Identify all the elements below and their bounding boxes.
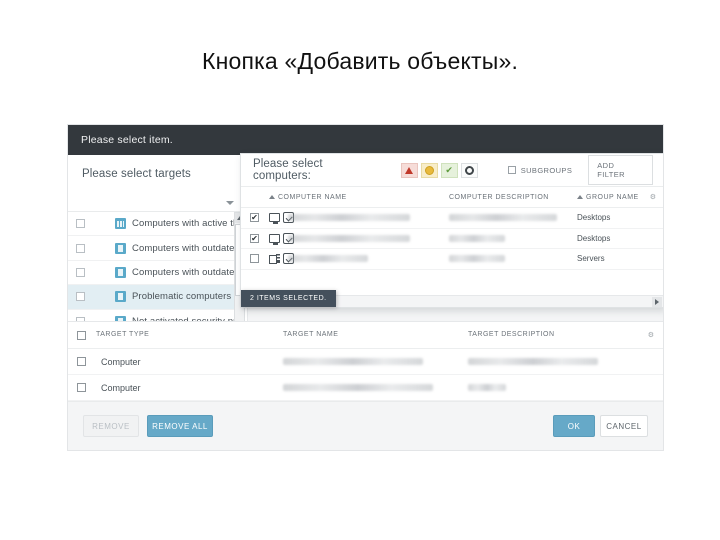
target-checkbox[interactable] (76, 243, 85, 253)
sort-ascending-icon (269, 195, 275, 199)
ok-status-filter[interactable]: ✔ (440, 162, 458, 178)
warning-triangle-icon (405, 166, 414, 174)
targets-table-header: TARGET TYPE TARGET NAME TARGET DESCRIPTI… (68, 322, 663, 349)
column-header-target-type[interactable]: TARGET TYPE (96, 331, 149, 338)
row-checkbox[interactable] (250, 254, 259, 264)
target-name-redacted (283, 384, 433, 391)
row-checkbox-checked[interactable]: ✔ (250, 213, 259, 223)
computer-name-redacted (288, 255, 368, 263)
selected-count-badge: 2 ITEMS SELECTED. (241, 290, 336, 307)
targets-filter-dropdown[interactable] (223, 197, 237, 209)
select-computers-dialog: Please select computers: ✔ SUBGROUPS ADD… (240, 153, 663, 308)
dialog-header: Please select item. (68, 125, 663, 155)
group-name-value: Servers (577, 254, 605, 264)
targets-list[interactable]: Computers with active threats Computers … (68, 212, 234, 334)
subgroups-toggle[interactable]: SUBGROUPS (507, 165, 573, 175)
target-checkbox[interactable] (76, 219, 85, 229)
computer-description-redacted (449, 214, 557, 222)
column-header-label: GROUP NAME (586, 193, 639, 201)
computers-dialog-title: Please select computers: (253, 158, 323, 182)
target-checkbox[interactable] (76, 292, 85, 302)
group-name-value: Desktops (577, 233, 611, 243)
row-checkbox[interactable] (77, 383, 86, 392)
dialog-footer: REMOVE REMOVE ALL OK CANCEL (68, 401, 663, 450)
gear-icon[interactable]: ⚙ (648, 331, 654, 339)
table-row[interactable]: Computer (68, 349, 663, 375)
table-row[interactable]: ✔ Desktops (241, 229, 663, 249)
select-all-checkbox[interactable] (77, 331, 86, 340)
column-header-target-description[interactable]: TARGET DESCRIPTION (468, 331, 555, 338)
selected-targets-table: TARGET TYPE TARGET NAME TARGET DESCRIPTI… (68, 321, 663, 401)
computer-name-redacted (288, 234, 410, 242)
unknown-status-filter[interactable] (460, 162, 478, 178)
remove-all-button[interactable]: REMOVE ALL (147, 415, 213, 437)
add-filter-button[interactable]: ADD FILTER (588, 155, 653, 185)
list-item[interactable]: Computers with outdated virus si (68, 236, 234, 261)
target-label: Computers with outdated virus si (132, 242, 234, 254)
monitor-icon (269, 213, 280, 225)
column-header-computer-description[interactable]: COMPUTER DESCRIPTION (449, 194, 549, 201)
column-header-group-name[interactable]: GROUP NAME (577, 194, 639, 201)
ok-button[interactable]: OK (553, 415, 595, 437)
group-icon (115, 266, 126, 278)
list-item-selected[interactable]: Problematic computers (68, 285, 234, 310)
remove-button[interactable]: REMOVE (83, 415, 139, 437)
sort-ascending-icon (577, 195, 583, 199)
warning-status-filter[interactable] (420, 162, 438, 178)
group-icon (115, 291, 126, 303)
target-checkbox[interactable] (76, 267, 85, 277)
list-item[interactable]: Computers with active threats (68, 212, 234, 237)
server-icon (269, 254, 280, 265)
computer-description-redacted (449, 255, 505, 263)
row-checkbox[interactable] (77, 357, 86, 366)
group-bars-icon (115, 218, 126, 230)
chevron-down-icon (226, 201, 234, 205)
critical-status-filter[interactable] (400, 162, 418, 178)
table-row[interactable]: Servers (241, 249, 663, 270)
group-icon (115, 242, 126, 254)
page-title: Кнопка «Добавить объекты». (201, 48, 519, 74)
scroll-right-button[interactable] (652, 297, 662, 307)
target-label: Problematic computers (132, 291, 232, 303)
exclamation-circle-icon (424, 165, 434, 175)
target-type-value: Computer (101, 357, 141, 367)
computers-table-header: COMPUTER NAME COMPUTER DESCRIPTION GROUP… (241, 187, 663, 208)
targets-panel: Please select targets Computers with act… (68, 155, 248, 346)
table-row[interactable]: Computer (68, 375, 663, 401)
circle-outline-icon (464, 165, 474, 175)
target-label: Computers with active threats (132, 218, 234, 230)
gear-icon[interactable]: ⚙ (650, 193, 656, 201)
subgroups-checkbox[interactable] (507, 166, 516, 174)
subgroups-label: SUBGROUPS (520, 165, 573, 175)
cancel-button[interactable]: CANCEL (600, 415, 648, 437)
computers-dialog-header: Please select computers: ✔ SUBGROUPS ADD… (241, 154, 663, 187)
triangle-right-icon (655, 299, 659, 305)
table-row[interactable]: ✔ Desktops (241, 208, 663, 229)
select-item-dialog: Please select item. Please select target… (68, 125, 663, 450)
column-header-label: COMPUTER DESCRIPTION (449, 193, 549, 201)
column-header-computer-name[interactable]: COMPUTER NAME (269, 194, 347, 201)
target-description-redacted (468, 384, 506, 391)
dialog-header-title: Please select item. (81, 134, 173, 146)
computer-name-redacted (288, 214, 410, 222)
column-header-target-name[interactable]: TARGET NAME (283, 331, 338, 338)
target-description-redacted (468, 358, 598, 365)
target-name-redacted (283, 358, 423, 365)
group-name-value: Desktops (577, 213, 611, 223)
target-label: Computers with outdated operat (132, 266, 234, 278)
monitor-icon (269, 233, 280, 245)
status-filter-group: ✔ (400, 162, 478, 178)
target-type-value: Computer (101, 383, 141, 393)
computer-description-redacted (449, 234, 505, 242)
list-item[interactable]: Computers with outdated operat (68, 261, 234, 286)
column-header-label: COMPUTER NAME (278, 193, 347, 201)
row-checkbox-checked[interactable]: ✔ (250, 233, 259, 243)
targets-panel-title: Please select targets (82, 168, 191, 180)
